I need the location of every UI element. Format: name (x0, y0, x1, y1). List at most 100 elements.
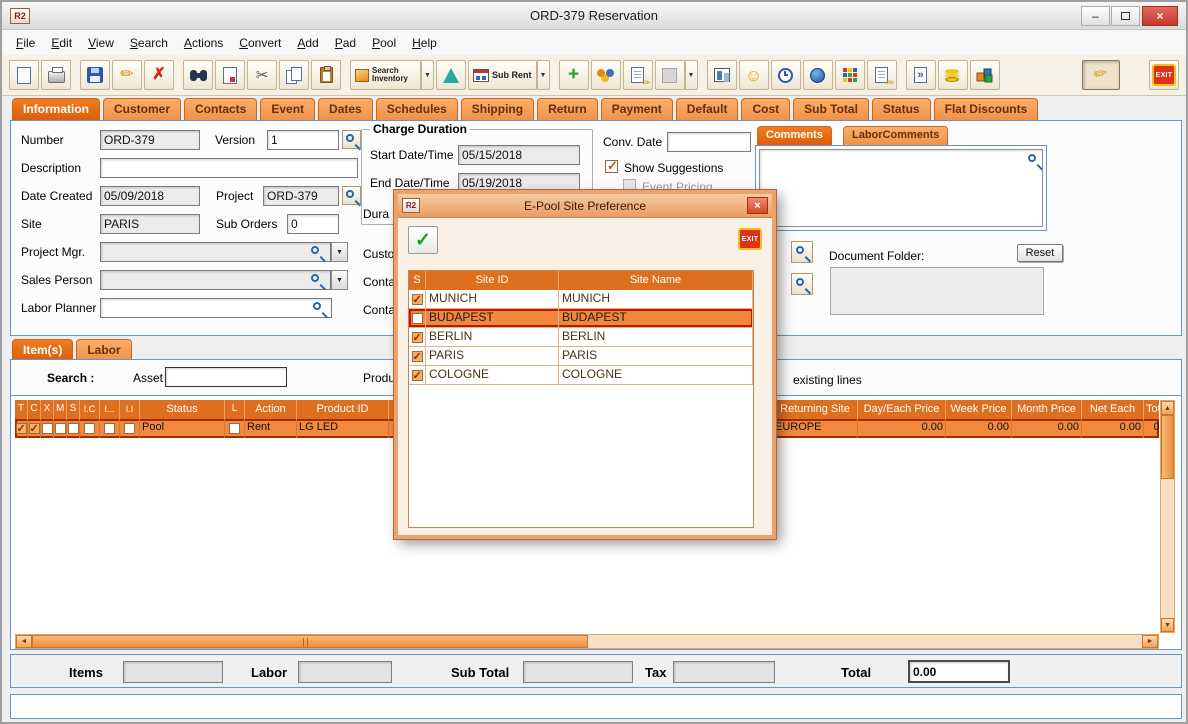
vertical-scrollbar[interactable]: ▲ ▼ (1160, 400, 1175, 633)
number-field[interactable] (100, 130, 200, 150)
close-button[interactable]: × (1142, 6, 1178, 26)
schedule-button[interactable] (771, 60, 801, 90)
convert-document-button[interactable] (215, 60, 245, 90)
dialog-row-1[interactable]: BUDAPEST BUDAPEST (409, 309, 753, 328)
tab-event[interactable]: Event (260, 98, 315, 120)
scroll-down-button[interactable]: ▼ (1161, 618, 1174, 632)
save-button[interactable] (80, 60, 110, 90)
edit-button[interactable]: ✏ (112, 60, 142, 90)
sub-orders-field[interactable] (287, 214, 339, 234)
grid-checkbox-t[interactable] (16, 423, 27, 434)
sales-person-dropdown[interactable]: ▼ (331, 270, 348, 290)
group-button[interactable] (591, 60, 621, 90)
tab-cost[interactable]: Cost (741, 98, 790, 120)
minimize-button[interactable]: – (1081, 6, 1110, 26)
report-button[interactable] (707, 60, 737, 90)
dialog-exit-button[interactable]: EXIT (738, 228, 762, 250)
script-button[interactable]: » (906, 60, 936, 90)
menu-actions[interactable]: Actions (176, 32, 231, 54)
search-icon[interactable] (1028, 154, 1036, 162)
tab-dates[interactable]: Dates (318, 98, 373, 120)
feedback-button[interactable]: ☺ (739, 60, 769, 90)
tab-payment[interactable]: Payment (601, 98, 673, 120)
vertical-scroll-thumb[interactable] (1161, 415, 1174, 479)
highlight-tool-button[interactable]: ✏ (1082, 60, 1120, 90)
search-icon[interactable] (311, 274, 319, 282)
description-field[interactable] (100, 158, 358, 178)
notes-button[interactable]: ✏ (623, 60, 653, 90)
dialog-row-0[interactable]: MUNICH MUNICH (409, 290, 753, 309)
tab-sub-total[interactable]: Sub Total (793, 98, 869, 120)
menu-file[interactable]: File (8, 32, 43, 54)
conv-date-field[interactable] (667, 132, 751, 152)
pool-items-button[interactable] (436, 60, 466, 90)
dialog-row-4[interactable]: COLOGNE COLOGNE (409, 366, 753, 385)
tab-schedules[interactable]: Schedules (376, 98, 458, 120)
cut-button[interactable]: ✂ (247, 60, 277, 90)
scroll-right-button[interactable]: ► (1142, 635, 1158, 648)
comments-textarea[interactable] (759, 149, 1043, 227)
menu-view[interactable]: View (80, 32, 122, 54)
find-button[interactable] (183, 60, 213, 90)
contact-search-button[interactable] (791, 273, 813, 295)
reset-button[interactable]: Reset (1017, 244, 1063, 262)
scroll-up-button[interactable]: ▲ (1161, 401, 1174, 415)
row-checkbox[interactable] (412, 370, 423, 381)
maximize-button[interactable] (1111, 6, 1140, 26)
add-line-button[interactable]: + (559, 60, 589, 90)
scroll-left-button[interactable]: ◄ (16, 635, 32, 648)
menu-help[interactable]: Help (404, 32, 445, 54)
grid-checkbox-m[interactable] (55, 423, 66, 434)
start-date-field[interactable] (458, 145, 580, 165)
tab-status[interactable]: Status (872, 98, 931, 120)
tab-flat-discounts[interactable]: Flat Discounts (934, 98, 1039, 120)
version-search-button[interactable] (342, 130, 361, 149)
grid-checkbox-ic[interactable] (84, 423, 95, 434)
copy-button[interactable] (279, 60, 309, 90)
grid-checkbox-idot[interactable] (104, 423, 115, 434)
total-field[interactable] (908, 660, 1010, 683)
menu-pad[interactable]: Pad (327, 32, 364, 54)
dialog-row-3[interactable]: PARIS PARIS (409, 347, 753, 366)
menu-convert[interactable]: Convert (231, 32, 289, 54)
version-field[interactable] (267, 130, 339, 150)
cube-tools-button[interactable] (835, 60, 865, 90)
tab-contacts[interactable]: Contacts (184, 98, 257, 120)
grid-checkbox-x[interactable] (42, 423, 53, 434)
sales-person-field[interactable] (100, 270, 331, 290)
labor-planner-field[interactable] (100, 298, 332, 318)
horizontal-scrollbar[interactable]: ◄ ► (15, 634, 1159, 649)
grid-checkbox-s[interactable] (68, 423, 79, 434)
dialog-confirm-button[interactable]: ✓ (408, 226, 438, 254)
tab-customer[interactable]: Customer (103, 98, 181, 120)
search-inventory-dropdown[interactable]: ▼ (421, 60, 434, 90)
web-button[interactable] (803, 60, 833, 90)
sub-total-field[interactable] (523, 661, 633, 683)
grid-checkbox-ii[interactable] (124, 423, 135, 434)
tax-field[interactable] (673, 661, 775, 683)
search-icon[interactable] (313, 302, 321, 310)
search-inventory-button[interactable]: Search Inventory (350, 60, 421, 90)
new-document-button[interactable] (9, 60, 39, 90)
row-checkbox[interactable] (412, 332, 423, 343)
pricing-button[interactable] (938, 60, 968, 90)
tab-default[interactable]: Default (676, 98, 739, 120)
search-icon[interactable] (311, 246, 319, 254)
edit-notes-button[interactable]: ✏ (867, 60, 897, 90)
row-checkbox[interactable] (412, 351, 423, 362)
project-search-button[interactable] (342, 186, 361, 205)
grid-checkbox-c[interactable] (29, 423, 40, 434)
tab-labor-comments[interactable]: LaborComments (843, 126, 948, 145)
labor-total-field[interactable] (298, 661, 392, 683)
row-checkbox[interactable] (412, 313, 423, 324)
sub-rent-button[interactable]: Sub Rent (468, 60, 537, 90)
packages-button[interactable] (970, 60, 1000, 90)
menu-pool[interactable]: Pool (364, 32, 404, 54)
sub-rent-dropdown[interactable]: ▼ (537, 60, 550, 90)
project-mgr-dropdown[interactable]: ▼ (331, 242, 348, 262)
date-created-field[interactable] (100, 186, 200, 206)
show-suggestions-checkbox[interactable] (605, 160, 618, 173)
row-checkbox[interactable] (412, 294, 423, 305)
dialog-row-2[interactable]: BERLIN BERLIN (409, 328, 753, 347)
paste-button[interactable] (311, 60, 341, 90)
